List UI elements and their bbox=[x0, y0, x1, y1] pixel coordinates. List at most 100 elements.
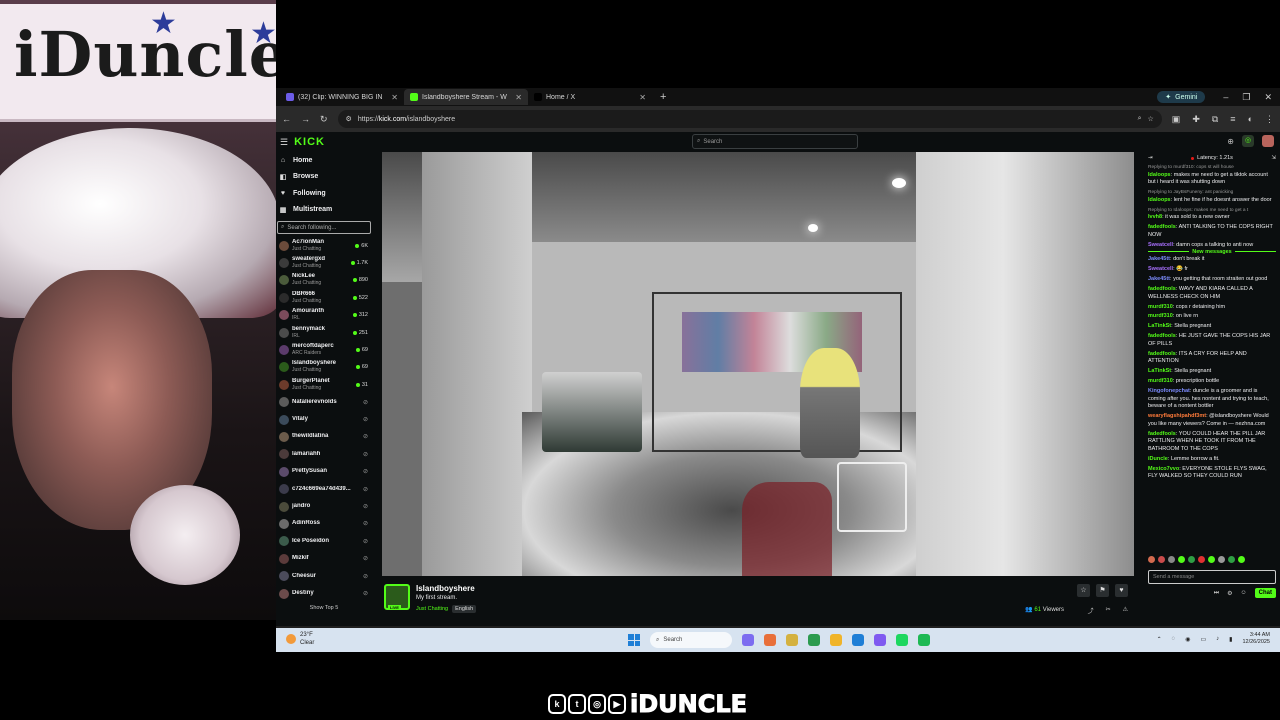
followed-channel[interactable]: Amouranth IRL 312 bbox=[276, 307, 372, 324]
followed-channel[interactable]: Mizkif ⊘ bbox=[276, 550, 372, 567]
emote-icon[interactable] bbox=[1228, 556, 1235, 563]
chat-username[interactable]: Kingofonepchat bbox=[1148, 388, 1190, 394]
chat-username[interactable]: murdf310 bbox=[1148, 313, 1173, 319]
notification-bell-icon[interactable]: ⚑ bbox=[1096, 584, 1109, 597]
volume-icon[interactable]: ♪ bbox=[1216, 636, 1219, 642]
reload-icon[interactable]: ↻ bbox=[320, 114, 328, 125]
browser-tab[interactable]: Home / X ✕ bbox=[528, 89, 652, 105]
chat-username[interactable]: fadedfools bbox=[1148, 351, 1176, 357]
chat-username[interactable]: Sweatcell bbox=[1148, 266, 1173, 272]
windows-start-icon[interactable] bbox=[628, 634, 640, 646]
followed-channel[interactable]: Vitaly ⊘ bbox=[276, 411, 372, 428]
chat-message[interactable]: fadedfools: ITS A CRY FOR HELP AND ATTEN… bbox=[1148, 351, 1276, 366]
chat-skip-icon[interactable]: ⏭ bbox=[1214, 590, 1219, 597]
bookmark-star-icon[interactable]: ☆ bbox=[1148, 115, 1154, 123]
followed-channel[interactable]: thewildlatina ⊘ bbox=[276, 428, 372, 445]
profile-icon[interactable]: ◐ bbox=[1248, 114, 1253, 125]
weather-widget[interactable]: 23°F Clear bbox=[286, 631, 314, 647]
report-icon[interactable]: ⚠ bbox=[1123, 606, 1128, 615]
chat-message[interactable]: Sweatcell: 😂 fr bbox=[1148, 266, 1276, 274]
site-info-icon[interactable]: ⚙ bbox=[346, 115, 352, 123]
chat-message[interactable]: fadedfools: ANTI TALKING TO THE COPS RIG… bbox=[1148, 224, 1276, 239]
chat-send-button[interactable]: Chat bbox=[1254, 588, 1276, 598]
menu-icon[interactable]: ⋮ bbox=[1265, 114, 1274, 125]
zoom-icon[interactable]: ⌕ bbox=[1138, 115, 1142, 123]
chat-message[interactable]: Replying to JayBsFuneny: ant panicking Id… bbox=[1148, 189, 1276, 204]
taskbar-app-icon[interactable] bbox=[764, 634, 776, 646]
chat-settings-icon[interactable]: ⚙ bbox=[1227, 590, 1232, 597]
taskbar-app-icon[interactable] bbox=[852, 634, 864, 646]
extension-icon[interactable]: ▣ bbox=[1172, 114, 1181, 125]
user-avatar[interactable] bbox=[1262, 135, 1274, 147]
restore-icon[interactable]: ❐ bbox=[1242, 92, 1250, 103]
tab-close-icon[interactable]: ✕ bbox=[639, 93, 646, 102]
chat-username[interactable]: fadedfools bbox=[1148, 333, 1176, 339]
search-following-input[interactable]: ⌕ Search following... bbox=[277, 221, 371, 234]
followed-channel[interactable]: mercoftdaperc ARC Raiders 69 bbox=[276, 341, 372, 358]
network-icon[interactable]: ◌ bbox=[1172, 636, 1176, 642]
chat-emote-icon[interactable]: ☺ bbox=[1241, 590, 1247, 596]
browser-tab[interactable]: (32) Clip: WINNING BIG IN ✕ bbox=[280, 89, 404, 105]
follow-heart-icon[interactable]: ♥ bbox=[1115, 584, 1128, 597]
chat-message[interactable]: fadedfools: YOU COULD HEAR THE PILL JAR … bbox=[1148, 431, 1276, 454]
emote-icon[interactable] bbox=[1198, 556, 1205, 563]
emote-icon[interactable] bbox=[1218, 556, 1225, 563]
browser-tab[interactable]: Islandboyshere Stream - W ✕ bbox=[404, 89, 528, 105]
emote-icon[interactable] bbox=[1238, 556, 1245, 563]
battery-icon[interactable]: ▮ bbox=[1229, 636, 1232, 643]
sidebar-nav-multistream[interactable]: ▦ Multistream bbox=[276, 202, 372, 219]
hamburger-icon[interactable]: ☰ bbox=[280, 137, 288, 148]
taskbar-search[interactable]: ⌕ Search bbox=[650, 632, 732, 648]
chat-input[interactable]: Send a message bbox=[1148, 570, 1276, 584]
chat-username[interactable]: fadedfools bbox=[1148, 286, 1176, 292]
followed-channel[interactable]: Destiny ⊘ bbox=[276, 585, 372, 602]
followed-channel[interactable]: c724c669ea74d439... ⊘ bbox=[276, 480, 372, 497]
followed-channel[interactable]: DBR666 Just Chatting 522 bbox=[276, 289, 372, 306]
category-link[interactable]: Just Chatting bbox=[416, 606, 448, 612]
address-bar[interactable]: ⚙ https://kick.com/islandboyshere ⌕ ☆ bbox=[337, 110, 1162, 128]
chat-message[interactable]: Jake45tt: don't break it bbox=[1148, 256, 1276, 264]
favorite-star-icon[interactable]: ☆ bbox=[1077, 584, 1090, 597]
emote-icon[interactable] bbox=[1178, 556, 1185, 563]
sidebar-nav-browse[interactable]: ◧ Browse bbox=[276, 169, 372, 186]
chat-username[interactable]: LaTinkSt bbox=[1148, 368, 1171, 374]
chat-username[interactable]: iDuncle bbox=[1148, 456, 1168, 462]
kick-logo[interactable]: KICK bbox=[294, 136, 325, 148]
followed-channel[interactable]: PrettySusan ⊘ bbox=[276, 463, 372, 480]
chat-collapse-icon[interactable]: ⇥ bbox=[1148, 155, 1153, 161]
chat-username[interactable]: Idaloops bbox=[1148, 197, 1171, 203]
show-top-button[interactable]: Show Top 5 bbox=[276, 605, 372, 611]
followed-channel[interactable]: sweatergxd Just Chatting 1.7K bbox=[276, 254, 372, 271]
mic-icon[interactable]: ◉ bbox=[1185, 636, 1190, 643]
followed-channel[interactable]: NickLee Just Chatting 890 bbox=[276, 272, 372, 289]
followed-channel[interactable]: bennymack IRL 251 bbox=[276, 324, 372, 341]
chat-message[interactable]: Jake45tt: you getting that room straiten… bbox=[1148, 276, 1276, 284]
emote-icon[interactable] bbox=[1158, 556, 1165, 563]
chat-username[interactable]: LaTinkSt bbox=[1148, 323, 1171, 329]
puzzle-icon[interactable]: ✚ bbox=[1192, 114, 1200, 125]
chat-username[interactable]: Ivvh8 bbox=[1148, 214, 1162, 220]
green-action-icon[interactable]: ◎ bbox=[1242, 135, 1254, 147]
followed-channel[interactable]: BurgerPlanet Just Chatting 31 bbox=[276, 376, 372, 393]
chat-username[interactable]: wearyflagshipahdf3mt bbox=[1148, 413, 1206, 419]
new-tab-button[interactable]: + bbox=[660, 91, 666, 103]
chat-username[interactable]: Jake45tt bbox=[1148, 276, 1170, 282]
emote-icon[interactable] bbox=[1188, 556, 1195, 563]
chat-message[interactable]: fadedfools: HE JUST GAVE THE COPS HIS JA… bbox=[1148, 333, 1276, 348]
sidebar-nav-following[interactable]: ♥ Following bbox=[276, 185, 372, 202]
followed-channel[interactable]: AdinRoss ⊘ bbox=[276, 515, 372, 532]
chat-username[interactable]: murdf310 bbox=[1148, 304, 1173, 310]
chat-message[interactable]: Kingofonepchat: duncle is a groomer and … bbox=[1148, 388, 1276, 411]
sidebar-nav-home[interactable]: ⌂ Home bbox=[276, 152, 372, 169]
taskbar-app-icon[interactable] bbox=[896, 634, 908, 646]
followed-channel[interactable]: Ice Poseidon ⊘ bbox=[276, 533, 372, 550]
chat-username[interactable]: Sweatcell bbox=[1148, 242, 1173, 248]
clip-icon[interactable]: ✂ bbox=[1106, 606, 1111, 615]
streamer-name[interactable]: Islandboyshere bbox=[416, 584, 475, 593]
chat-username[interactable]: fadedfools bbox=[1148, 224, 1176, 230]
chat-message[interactable]: Replying to murdf310: cops st will house… bbox=[1148, 164, 1276, 187]
media-icon[interactable]: ≡ bbox=[1230, 114, 1235, 125]
taskbar-app-icon[interactable] bbox=[918, 634, 930, 646]
followed-channel[interactable]: Ac7ionMan Just Chatting 6K bbox=[276, 237, 372, 254]
tab-close-icon[interactable]: ✕ bbox=[515, 93, 522, 102]
